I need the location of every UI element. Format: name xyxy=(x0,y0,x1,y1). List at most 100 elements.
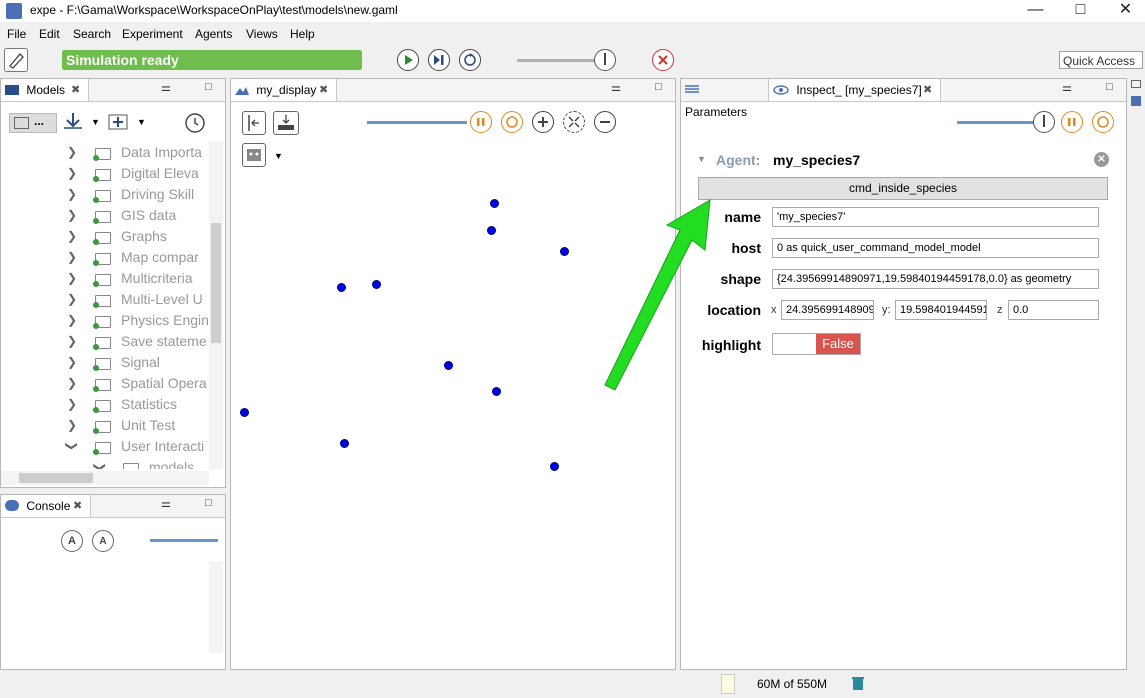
shape-field[interactable]: {24.39569914890971,19.59840194459178,0.0… xyxy=(772,269,1099,289)
menu-bar: File Edit Search Experiment Agents Views… xyxy=(0,24,1145,44)
models-tree: ❯ Data Importa ❯ Digital Eleva ❯ Driving Sk… xyxy=(1,141,209,469)
inspect-tabbar: Parameters Inspect_ [my_species7] ✖ ⚌ □ xyxy=(681,79,1126,119)
font-increase-icon[interactable]: A xyxy=(61,530,83,552)
status-line: 60M of 550M xyxy=(0,672,1145,698)
quick-access-input[interactable]: Quick Access xyxy=(1059,51,1143,69)
folder-filter-button[interactable]: ... xyxy=(9,113,57,133)
view-icon[interactable] xyxy=(1131,96,1141,106)
maximize-panel-icon[interactable]: □ xyxy=(1106,81,1113,93)
add-icon[interactable] xyxy=(107,111,131,133)
agent-dot[interactable] xyxy=(490,199,499,208)
tab-console-label: Console xyxy=(26,499,71,513)
edit-icon[interactable] xyxy=(4,48,28,72)
agent-name: my_species7 xyxy=(773,152,861,168)
menu-agents[interactable]: Agents xyxy=(195,27,232,41)
console-vscrollbar[interactable] xyxy=(209,561,223,653)
location-z-field[interactable]: 0.0 xyxy=(1008,300,1099,320)
agent-dot[interactable] xyxy=(560,247,569,256)
agent-dot[interactable] xyxy=(337,283,346,292)
agent-dot[interactable] xyxy=(492,387,501,396)
menu-edit[interactable]: Edit xyxy=(39,27,60,41)
highlight-toggle[interactable]: False xyxy=(772,333,861,355)
menu-search[interactable]: Search xyxy=(73,27,111,41)
inspect-slider-knob[interactable] xyxy=(1033,111,1055,133)
window-title: expe - F:\Gama\Workspace\WorkspaceOnPlay… xyxy=(30,3,398,17)
minimize-panel-icon[interactable]: ⚌ xyxy=(161,497,171,510)
scroll-thumb[interactable] xyxy=(19,473,93,483)
annotation-arrow xyxy=(604,199,711,391)
host-field[interactable]: 0 as quick_user_command_model_model xyxy=(772,238,1099,258)
menu-experiment[interactable]: Experiment xyxy=(122,27,183,41)
y-label: y: xyxy=(882,304,891,316)
console-icon xyxy=(5,500,19,511)
models-panel: Models ✖ ⚌ □ ... ▼ ▼ ❯ Data Importa ❯ Digi… xyxy=(0,78,226,488)
tab-inspect-label: Inspect_ [my_species7] xyxy=(796,83,922,97)
restore-icon[interactable] xyxy=(1131,80,1141,88)
side-trim xyxy=(1131,80,1143,120)
console-slider[interactable] xyxy=(150,539,218,542)
agent-dot[interactable] xyxy=(550,462,559,471)
tab-models[interactable]: Models ✖ xyxy=(1,79,89,101)
font-decrease-icon[interactable]: A xyxy=(92,530,114,552)
agent-dot[interactable] xyxy=(240,408,249,417)
agent-dot[interactable] xyxy=(444,361,453,370)
parameters-icon xyxy=(685,85,699,93)
speed-slider-knob[interactable] xyxy=(594,49,616,71)
play-icon[interactable] xyxy=(397,49,419,71)
chevron-down-icon[interactable]: ▼ xyxy=(137,117,146,127)
eye-icon xyxy=(773,85,789,95)
inspect-slider-track[interactable] xyxy=(957,121,1043,124)
x-label: x xyxy=(771,304,777,316)
location-x-field[interactable]: 24.39569914890971 xyxy=(781,300,874,320)
tab-console[interactable]: Console ✖ xyxy=(1,495,91,517)
minimize-panel-icon[interactable]: ⚌ xyxy=(161,81,171,94)
highlight-false-state[interactable]: False xyxy=(816,334,860,354)
clock-icon[interactable] xyxy=(183,111,207,135)
chevron-down-icon[interactable]: ▼ xyxy=(91,117,100,127)
folder-icon xyxy=(5,85,19,95)
title-bar: expe - F:\Gama\Workspace\WorkspaceOnPlay… xyxy=(0,0,1145,22)
tab-inspect[interactable]: Inspect_ [my_species7] ✖ xyxy=(769,79,941,101)
scroll-thumb[interactable] xyxy=(211,223,221,343)
console-tabbar: Console ✖ ⚌ □ xyxy=(1,495,225,518)
menu-help[interactable]: Help xyxy=(290,27,315,41)
minimize-icon[interactable]: — xyxy=(1013,0,1058,22)
tab-parameters[interactable]: Parameters xyxy=(681,79,769,119)
close-tab-icon[interactable]: ✖ xyxy=(73,495,82,517)
agent-dot[interactable] xyxy=(372,280,381,289)
maximize-panel-icon[interactable]: □ xyxy=(205,497,212,509)
heap-indicator xyxy=(721,674,735,694)
close-tab-icon[interactable]: ✖ xyxy=(71,79,80,101)
close-tab-icon[interactable]: ✖ xyxy=(923,79,932,101)
minimize-panel-icon[interactable]: ⚌ xyxy=(1062,81,1072,94)
agent-dot[interactable] xyxy=(340,439,349,448)
menu-views[interactable]: Views xyxy=(246,27,278,41)
step-icon[interactable] xyxy=(428,49,450,71)
import-icon[interactable] xyxy=(61,111,85,133)
close-agent-icon[interactable]: ✕ xyxy=(1094,152,1109,167)
simulation-status: Simulation ready xyxy=(62,50,362,70)
collapse-icon[interactable]: ▼ xyxy=(697,154,706,164)
pause-icon[interactable] xyxy=(1061,111,1083,133)
tab-parameters-label: Parameters xyxy=(685,105,748,119)
sync-icon[interactable] xyxy=(1092,111,1114,133)
name-field[interactable]: 'my_species7' xyxy=(772,207,1099,227)
console-panel: Console ✖ ⚌ □ A A xyxy=(0,494,226,670)
models-tabbar: Models ✖ ⚌ □ xyxy=(1,79,225,102)
cmd-inside-species-button[interactable]: cmd_inside_species xyxy=(698,177,1108,200)
menu-file[interactable]: File xyxy=(7,27,26,41)
reload-icon[interactable] xyxy=(459,49,481,71)
models-hscrollbar[interactable] xyxy=(1,471,209,485)
close-icon[interactable]: ✕ xyxy=(1103,0,1145,22)
maximize-icon[interactable]: □ xyxy=(1058,0,1103,22)
agent-label: Agent: xyxy=(716,152,761,168)
tab-models-label: Models xyxy=(26,83,66,97)
agent-dot[interactable] xyxy=(487,226,496,235)
inspect-panel: Parameters Inspect_ [my_species7] ✖ ⚌ □ … xyxy=(680,78,1127,670)
models-vscrollbar[interactable] xyxy=(209,141,223,469)
stop-icon[interactable] xyxy=(652,49,674,71)
trash-icon[interactable] xyxy=(851,675,865,691)
maximize-panel-icon[interactable]: □ xyxy=(205,81,212,93)
z-label: z xyxy=(997,304,1003,316)
location-y-field[interactable]: 19.59840194459178 xyxy=(895,300,987,320)
